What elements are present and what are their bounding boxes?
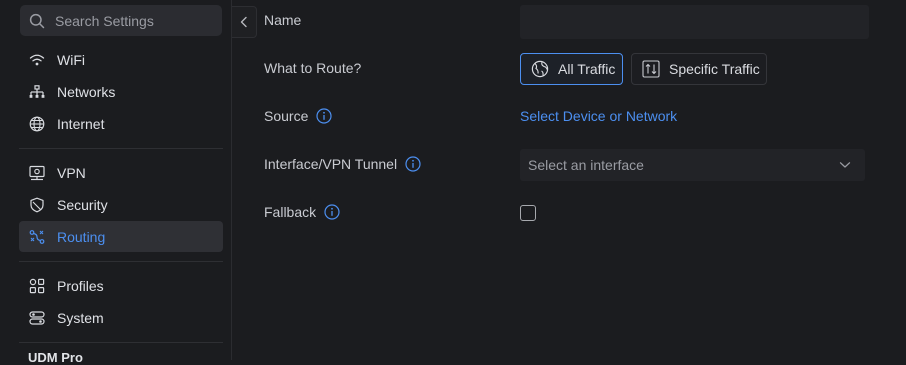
wifi-icon: [28, 51, 46, 69]
source-label: Source: [264, 108, 332, 124]
search-box[interactable]: [20, 5, 222, 36]
search-icon: [29, 13, 45, 28]
sidebar-item-label: Security: [57, 196, 108, 213]
chevron-down-icon: [839, 162, 851, 168]
specific-traffic-label: Specific Traffic: [669, 61, 760, 77]
divider: [19, 148, 223, 149]
chevron-left-icon: [240, 16, 247, 28]
system-icon: [28, 309, 46, 327]
sidebar-item-internet[interactable]: Internet: [19, 108, 223, 139]
sidebar-item-label: Internet: [57, 115, 105, 132]
divider: [19, 261, 223, 262]
sidebar-item-label: System: [57, 309, 104, 326]
divider: [19, 342, 223, 343]
all-traffic-button[interactable]: All Traffic: [520, 53, 623, 85]
select-device-link[interactable]: Select Device or Network: [520, 108, 677, 124]
routing-icon: [28, 228, 46, 246]
name-label: Name: [264, 12, 302, 28]
collapse-sidebar-button[interactable]: [232, 6, 257, 38]
sidebar-item-vpn[interactable]: VPN: [19, 157, 223, 188]
sidebar-item-label: Profiles: [57, 277, 104, 294]
networks-icon: [28, 83, 46, 101]
info-icon[interactable]: [324, 204, 340, 220]
sidebar-item-routing[interactable]: Routing: [19, 221, 223, 252]
globe-icon: [531, 60, 549, 78]
interface-select-value: Select an interface: [528, 157, 644, 173]
sidebar: WiFi Networks: [12, 0, 232, 365]
sidebar-item-networks[interactable]: Networks: [19, 76, 223, 107]
info-icon[interactable]: [316, 108, 332, 124]
vpn-icon: [28, 164, 46, 182]
info-icon[interactable]: [405, 156, 421, 172]
sidebar-item-security[interactable]: Security: [19, 189, 223, 220]
sidebar-item-wifi[interactable]: WiFi: [19, 44, 223, 75]
specific-traffic-button[interactable]: Specific Traffic: [631, 53, 767, 85]
sidebar-item-profiles[interactable]: Profiles: [19, 270, 223, 301]
sidebar-item-label: Routing: [57, 228, 106, 245]
sidebar-item-label: VPN: [57, 164, 86, 181]
profiles-icon: [28, 277, 46, 295]
route-label: What to Route?: [264, 60, 362, 76]
search-input[interactable]: [53, 11, 217, 30]
name-input[interactable]: [520, 5, 869, 39]
globe-icon: [28, 115, 46, 133]
sidebar-item-label: Networks: [57, 83, 116, 100]
transfer-icon: [642, 60, 660, 78]
fallback-label: Fallback: [264, 204, 340, 220]
fallback-checkbox[interactable]: [520, 205, 536, 221]
shield-icon: [28, 196, 46, 214]
interface-select[interactable]: Select an interface: [520, 149, 865, 181]
sidebar-item-label: WiFi: [57, 51, 85, 68]
interface-label: Interface/VPN Tunnel: [264, 156, 421, 172]
device-name: UDM Pro: [28, 350, 83, 365]
sidebar-item-system[interactable]: System: [19, 302, 223, 333]
all-traffic-label: All Traffic: [558, 61, 616, 77]
